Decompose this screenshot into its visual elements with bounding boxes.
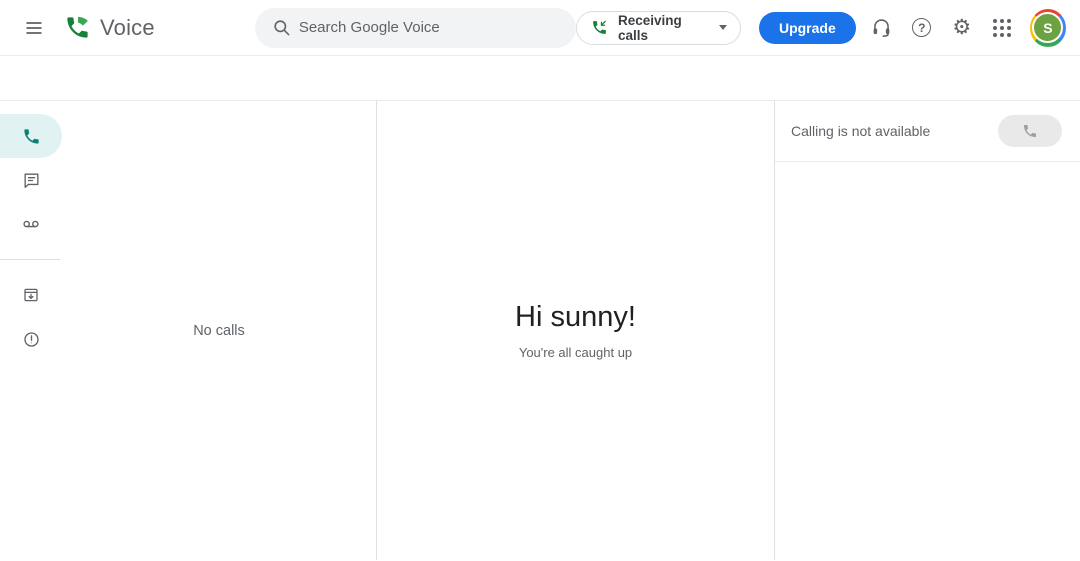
calls-list-panel: No calls [62,101,377,560]
account-avatar[interactable]: S [1029,8,1066,47]
google-apps-button[interactable] [982,8,1022,48]
app-title: Voice [100,14,155,40]
sidebar-item-messages[interactable] [0,158,62,202]
dropdown-caret-icon [718,25,727,30]
search-bar[interactable] [254,7,576,48]
call-button-disabled[interactable] [998,115,1062,147]
sidebar-item-spam[interactable] [0,317,62,361]
archive-icon [22,286,40,304]
receiving-call-icon [591,19,608,36]
help-button[interactable]: ? [902,8,942,48]
upgrade-button[interactable]: Upgrade [758,11,856,44]
greeting-title: Hi sunny! [515,301,636,333]
empty-calls-message: No calls [193,323,245,339]
receiving-calls-label: Receiving calls [618,12,682,43]
detail-panel: Hi sunny! You're all caught up [377,101,775,560]
sidebar-item-voicemail[interactable] [0,202,62,246]
settings-button[interactable]: ⚙ [942,8,982,48]
voice-logo[interactable]: Voice [64,14,155,41]
voice-logo-icon [64,14,91,41]
sidebar-item-calls[interactable] [0,114,62,158]
search-icon[interactable] [265,11,299,45]
calling-status-row: Calling is not available [775,101,1080,162]
sidebar-item-archive[interactable] [0,273,62,317]
hamburger-menu-icon [24,18,44,38]
spam-icon [22,330,41,349]
disabled-call-icon [1022,123,1038,139]
top-app-bar: Voice Receiving calls Upgrade [0,0,1080,56]
toolbar-strip [0,56,1080,101]
avatar-initial: S [1032,12,1064,43]
voicemail-icon [21,214,41,234]
header-action-icons: ? ⚙ [862,8,1022,48]
calling-status-text: Calling is not available [791,123,931,139]
receiving-calls-dropdown[interactable]: Receiving calls [576,10,741,45]
support-button[interactable] [862,8,902,48]
main-menu-button[interactable] [10,4,58,52]
phone-icon [22,127,41,146]
apps-grid-icon [992,18,1011,37]
help-icon: ? [912,18,932,37]
headset-icon [871,17,892,38]
settings-gear-icon: ⚙ [952,16,972,39]
main-content: No calls Hi sunny! You're all caught up … [0,101,1080,560]
navigation-rail [0,101,62,560]
search-input[interactable] [298,19,570,36]
dialer-panel: Calling is not available [775,101,1080,560]
sidebar-divider [0,259,60,260]
chat-icon [22,171,41,190]
greeting-subtext: You're all caught up [518,345,633,360]
